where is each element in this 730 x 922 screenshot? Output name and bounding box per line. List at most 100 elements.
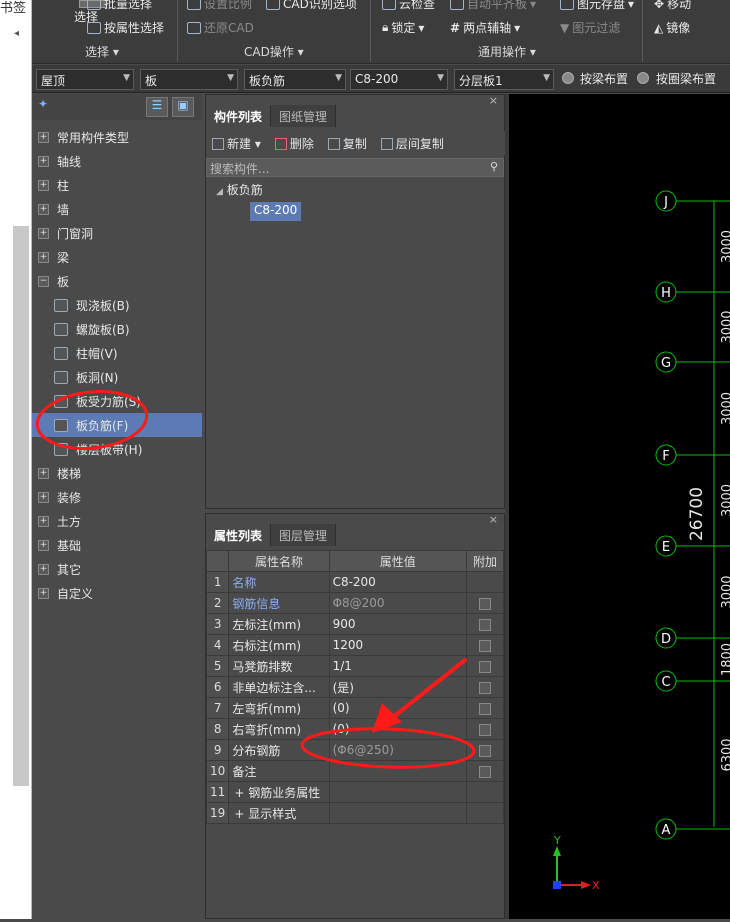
- property-row[interactable]: 9 分布钢筋 (Φ6@250): [205, 739, 505, 761]
- extra-checkbox[interactable]: [478, 702, 491, 715]
- move-button[interactable]: ✥ 移动: [654, 0, 691, 12]
- tab-drawing-management[interactable]: 图纸管理: [271, 105, 337, 127]
- component-search-input[interactable]: 搜索构件... ⚲: [206, 158, 504, 177]
- property-row[interactable]: 2 钢筋信息 Φ8@200: [205, 592, 505, 614]
- collapse-icon[interactable]: −: [38, 275, 49, 287]
- expand-icon[interactable]: +: [38, 587, 49, 599]
- expand-icon[interactable]: +: [38, 515, 49, 527]
- layer-select[interactable]: 分层板1 ▼: [454, 69, 554, 90]
- property-value[interactable]: (0): [328, 697, 467, 719]
- restore-cad-button[interactable]: 还原CAD: [187, 19, 254, 36]
- component-type-icon[interactable]: [54, 370, 68, 384]
- property-row[interactable]: 4 右标注(mm) 1200: [205, 634, 505, 656]
- property-row[interactable]: 10 备注: [205, 760, 505, 782]
- property-row[interactable]: 1 名称 C8-200: [205, 571, 505, 593]
- mirror-button[interactable]: ◭ 镜像: [654, 19, 690, 36]
- expand-icon[interactable]: +: [38, 563, 49, 575]
- property-value[interactable]: Φ8@200: [328, 592, 467, 614]
- property-value[interactable]: [328, 781, 467, 803]
- component-type-icon[interactable]: [54, 298, 68, 312]
- drawing-canvas[interactable]: J H G F E D C A 3000 3000 3000 3000 3000 1800 6300 267…: [509, 94, 730, 919]
- property-row[interactable]: 19 + 显示样式: [205, 802, 505, 824]
- expand-icon[interactable]: +: [234, 786, 248, 800]
- nav-item-selected[interactable]: 板负筋(F): [32, 413, 202, 437]
- set-scale-button[interactable]: 设置比例: [187, 0, 252, 12]
- property-row[interactable]: 5 马凳筋排数 1/1: [205, 655, 505, 677]
- property-value[interactable]: 900: [328, 613, 467, 635]
- lock-button[interactable]: 🔒︎ 锁定 ▾: [382, 19, 424, 36]
- property-row[interactable]: 6 非单边标注含... (是): [205, 676, 505, 698]
- component-type-icon[interactable]: [54, 346, 68, 360]
- nav-item[interactable]: + 墙: [32, 197, 202, 221]
- attr-select-button[interactable]: 按属性选择: [87, 19, 164, 36]
- expand-icon[interactable]: +: [38, 251, 49, 263]
- expand-icon[interactable]: +: [38, 227, 49, 239]
- nav-item[interactable]: + 土方: [32, 509, 202, 533]
- delete-button[interactable]: 删除: [274, 135, 314, 152]
- panel-view-icon[interactable]: ▣: [172, 97, 194, 117]
- component-type-icon[interactable]: [54, 322, 68, 336]
- batch-select-button[interactable]: 批量选择: [87, 0, 152, 12]
- extra-checkbox[interactable]: [478, 744, 491, 757]
- extra-checkbox[interactable]: [478, 765, 491, 778]
- expand-icon[interactable]: +: [234, 807, 248, 821]
- auto-flat-slab-button[interactable]: 自动平齐板 ▾: [450, 0, 536, 12]
- expand-icon[interactable]: +: [38, 539, 49, 551]
- copy-button[interactable]: 复制: [327, 135, 367, 152]
- nav-item[interactable]: + 楼梯: [32, 461, 202, 485]
- component-type-icon[interactable]: [54, 418, 68, 432]
- nav-item[interactable]: + 装修: [32, 485, 202, 509]
- bookmark-tab-label[interactable]: 书签: [0, 0, 32, 16]
- property-row[interactable]: 3 左标注(mm) 900: [205, 613, 505, 635]
- type-select[interactable]: 板负筋 ▼: [244, 69, 346, 90]
- nav-item[interactable]: + 基础: [32, 533, 202, 557]
- extra-checkbox[interactable]: [478, 639, 491, 652]
- nav-item[interactable]: 柱帽(V): [32, 341, 202, 365]
- nav-item[interactable]: 现浇板(B): [32, 293, 202, 317]
- nav-item[interactable]: + 其它: [32, 557, 202, 581]
- property-value[interactable]: 1/1: [328, 655, 467, 677]
- property-row[interactable]: 11 + 钢筋业务属性: [205, 781, 505, 803]
- expand-triangle-icon[interactable]: ◢: [216, 187, 223, 197]
- nav-item[interactable]: − 板: [32, 269, 202, 293]
- component-type-icon[interactable]: [54, 394, 68, 408]
- extra-checkbox[interactable]: [478, 618, 491, 631]
- tab-property-list[interactable]: 属性列表: [206, 524, 272, 546]
- expand-icon[interactable]: +: [38, 467, 49, 479]
- collapse-arrow-icon[interactable]: ◂: [14, 28, 19, 39]
- category-select[interactable]: 板 ▼: [140, 69, 238, 90]
- left-scrollbar[interactable]: [13, 226, 29, 786]
- element-save-button[interactable]: 图元存盘 ▾: [560, 0, 634, 12]
- close-icon[interactable]: ×: [489, 513, 498, 526]
- extra-checkbox[interactable]: [478, 660, 491, 673]
- nav-item[interactable]: 螺旋板(B): [32, 317, 202, 341]
- tab-component-list[interactable]: 构件列表: [206, 105, 272, 127]
- property-value[interactable]: [328, 802, 467, 824]
- component-type-icon[interactable]: [54, 442, 68, 456]
- property-row[interactable]: 7 左弯折(mm) (0): [205, 697, 505, 719]
- nav-item[interactable]: + 门窗洞: [32, 221, 202, 245]
- property-value[interactable]: C8-200: [328, 571, 467, 593]
- expand-icon[interactable]: +: [38, 131, 49, 143]
- nav-item[interactable]: 板洞(N): [32, 365, 202, 389]
- floor-copy-button[interactable]: 层间复制: [380, 135, 444, 152]
- new-button[interactable]: 新建 ▾: [212, 135, 261, 152]
- by-ring-beam-radio[interactable]: [637, 72, 649, 84]
- nav-item[interactable]: 板受力筋(S): [32, 389, 202, 413]
- nav-item[interactable]: + 自定义: [32, 581, 202, 605]
- cad-recognize-options-button[interactable]: CAD识别选项: [266, 0, 357, 12]
- property-value[interactable]: (是): [328, 676, 467, 698]
- expand-icon[interactable]: +: [38, 491, 49, 503]
- extra-checkbox[interactable]: [478, 723, 491, 736]
- pin-icon[interactable]: ✦: [38, 97, 48, 111]
- property-value[interactable]: (Φ6@250): [328, 739, 467, 761]
- property-value[interactable]: 1200: [328, 634, 467, 656]
- nav-item[interactable]: 楼层板带(H): [32, 437, 202, 461]
- expand-icon[interactable]: +: [38, 155, 49, 167]
- tab-layer-management[interactable]: 图层管理: [271, 524, 337, 546]
- expand-icon[interactable]: +: [38, 179, 49, 191]
- component-select[interactable]: C8-200 ▼: [350, 69, 448, 90]
- two-point-axis-button[interactable]: # 两点辅轴 ▾: [450, 19, 520, 36]
- search-icon[interactable]: ⚲: [490, 160, 498, 173]
- component-tree-item[interactable]: C8-200: [250, 202, 302, 221]
